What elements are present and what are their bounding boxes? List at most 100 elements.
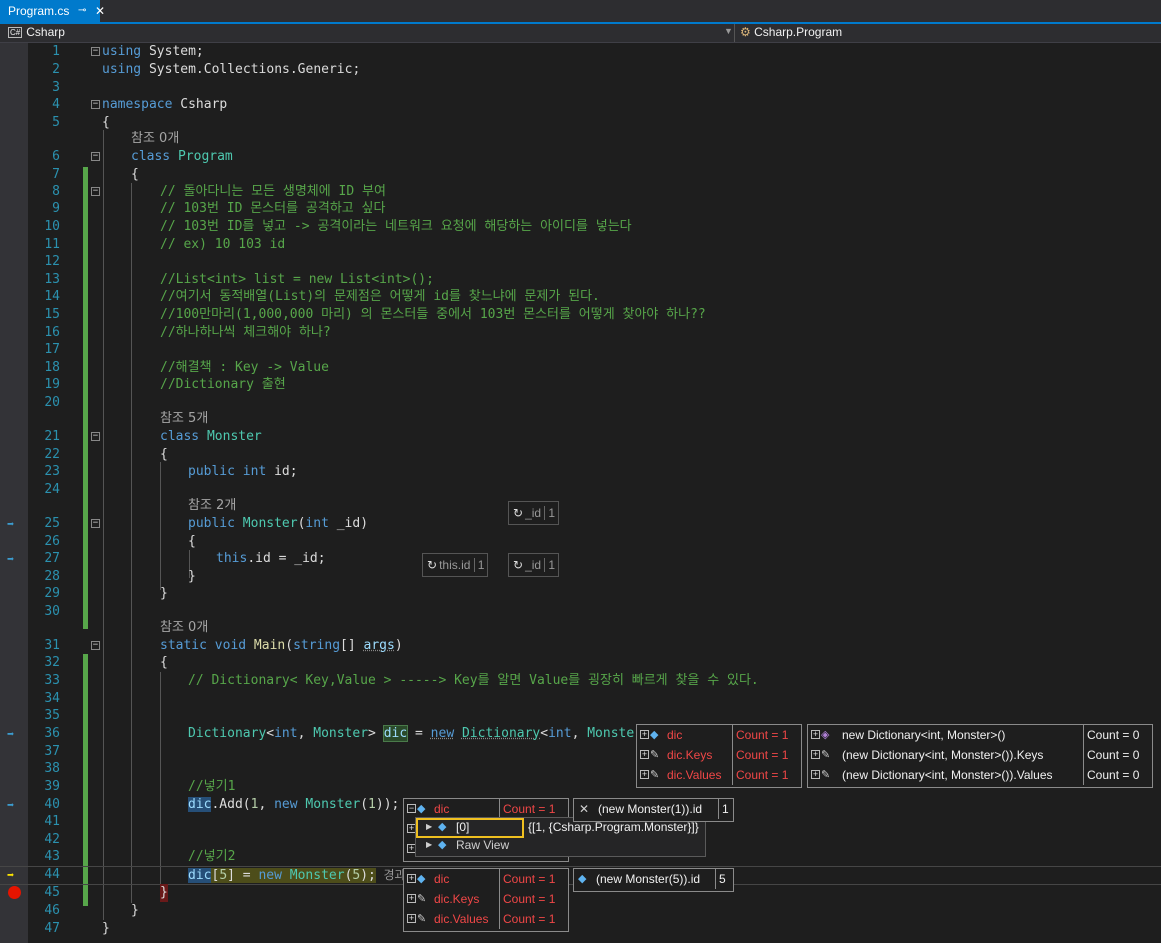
datatip-value[interactable]: Count = 0 — [1083, 745, 1139, 765]
datatip-dic-44[interactable]: + ◆ dic Count = 1 + ✎ dic.Keys Count = 1 + ✎ dic… — [403, 868, 569, 932]
datatip-value[interactable]: Count = 1 — [732, 725, 788, 745]
datatip-row[interactable]: + ✎ dic.Values Count = 1 — [404, 909, 568, 929]
datatip-row[interactable]: − ◆ dic Count = 1 — [404, 799, 568, 819]
code-line-18[interactable]: //해결책 : Key -> Value — [0, 359, 1161, 377]
code-line-16[interactable]: //하나하나씩 체크해야 하나? — [0, 324, 1161, 342]
datatip-value[interactable]: 1 — [718, 799, 729, 819]
datatip-value[interactable]: 1 — [544, 558, 559, 572]
collapse-icon[interactable]: − — [407, 804, 416, 813]
code-line-23[interactable]: public int id; — [0, 463, 1161, 481]
datatip-row[interactable]: + ◆ dic Count = 1 — [404, 869, 568, 889]
datatip-value[interactable]: 1 — [473, 558, 488, 572]
caret-right-icon[interactable]: ▶ — [426, 836, 432, 854]
refresh-icon[interactable]: ↻ — [509, 506, 525, 520]
datatip-value[interactable]: Count = 1 — [499, 869, 555, 889]
bookmark-arrow-icon[interactable]: ➡ — [7, 728, 23, 740]
datatip-dic-36[interactable]: + ◆ dic Count = 1 + ✎ dic.Keys Count = 1 + ✎ dic… — [636, 724, 802, 788]
code-line-7[interactable]: { — [0, 166, 1161, 184]
codelens-text[interactable]: 참조 2개 — [188, 497, 236, 515]
datatip-row[interactable]: + ✎ (new Dictionary<int, Monster>()).Value… — [808, 765, 1152, 785]
code-line-8[interactable]: − // 돌아다니는 모든 생명체에 ID 부여 — [0, 183, 1161, 201]
pinned-datatip-id[interactable]: ↻ _id 1 — [508, 501, 560, 525]
datatip-value[interactable]: Count = 1 — [499, 909, 555, 929]
codelens-text[interactable]: 참조 0개 — [160, 619, 208, 637]
datatip-monster1-id[interactable]: ✕ (new Monster(1)).id 1 — [573, 798, 734, 822]
code-line-11[interactable]: // ex) 10 103 id — [0, 236, 1161, 254]
chevron-down-icon[interactable]: ▼ — [724, 26, 733, 36]
code-line-25[interactable]: − public Monster(int _id) — [0, 515, 1161, 533]
breakpoint-icon[interactable] — [8, 886, 21, 899]
project-dropdown[interactable]: C# Csharp — [8, 25, 65, 39]
datatip-value[interactable]: Count = 1 — [732, 765, 788, 785]
datatip-value[interactable]: 1 — [544, 506, 559, 520]
datatip-value[interactable]: 5 — [715, 869, 726, 889]
code-line-13[interactable]: //List<int> list = new List<int>(); — [0, 271, 1161, 289]
instruction-pointer-icon[interactable]: ➡ — [7, 869, 23, 881]
datatip-row[interactable]: ▶ ◆ Raw View — [416, 836, 705, 854]
tab-program-cs[interactable]: Program.cs ⊸ ✕ — [0, 0, 105, 22]
bookmark-arrow-icon[interactable]: ➡ — [7, 553, 23, 565]
datatip-row[interactable]: + ◆ dic Count = 1 — [637, 725, 801, 745]
member-dropdown[interactable]: ⚙ Csharp.Program — [740, 25, 842, 39]
datatip-row[interactable]: ✕ (new Monster(1)).id 1 — [574, 799, 733, 819]
code-line-22[interactable]: { — [0, 446, 1161, 464]
refresh-icon[interactable]: ↻ — [423, 558, 439, 572]
code-line-15[interactable]: //100만마리(1,000,000 마리) 의 몬스터들 중에서 103번 몬… — [0, 306, 1161, 324]
code-line-21[interactable]: − class Monster — [0, 428, 1161, 446]
code-line-47[interactable]: } — [0, 920, 1161, 938]
codelens-text[interactable]: 참조 5개 — [160, 410, 208, 428]
datatip-new-dictionary[interactable]: + ◈ new Dictionary<int, Monster>() Count = … — [807, 724, 1153, 788]
code-line-31[interactable]: − static void Main(string[] args) — [0, 637, 1161, 655]
collapse-icon[interactable]: − — [91, 432, 100, 441]
expand-icon[interactable]: + — [640, 770, 649, 779]
collapse-icon[interactable]: − — [91, 187, 100, 196]
code-line-6[interactable]: − class Program — [0, 148, 1161, 166]
datatip-row[interactable]: + ✎ (new Dictionary<int, Monster>()).Keys C… — [808, 745, 1152, 765]
datatip-value[interactable]: Count = 0 — [1083, 765, 1139, 785]
code-line-28[interactable]: } — [0, 568, 1161, 586]
pinned-datatip-id[interactable]: ↻ _id 1 — [508, 553, 560, 577]
code-line-2[interactable]: using System.Collections.Generic; — [0, 61, 1161, 79]
collapse-icon[interactable]: − — [91, 519, 100, 528]
datatip-value[interactable]: Count = 1 — [499, 799, 555, 819]
datatip-row[interactable]: + ✎ dic.Keys Count = 1 — [637, 745, 801, 765]
datatip-child-popup[interactable]: ▶ ◆ [0] {[1, {Csharp.Program.Monster}]} … — [415, 817, 706, 857]
datatip-value[interactable]: Count = 1 — [499, 889, 555, 909]
expand-icon[interactable]: + — [811, 770, 820, 779]
expand-icon[interactable]: + — [407, 894, 416, 903]
close-tab-icon[interactable]: ✕ — [95, 0, 105, 22]
refresh-icon[interactable]: ↻ — [509, 558, 525, 572]
code-line-46[interactable]: } — [0, 902, 1161, 920]
codelens-text[interactable]: 참조 0개 — [131, 130, 179, 148]
pinned-datatip-thisid[interactable]: ↻ this.id 1 — [422, 553, 489, 577]
datatip-row[interactable]: ◆ (new Monster(5)).id 5 — [574, 869, 733, 889]
code-line-19[interactable]: //Dictionary 출현 — [0, 376, 1161, 394]
datatip-row[interactable]: + ◈ new Dictionary<int, Monster>() Count = … — [808, 725, 1152, 745]
datatip-value[interactable]: Count = 1 — [732, 745, 788, 765]
expand-icon[interactable]: + — [811, 750, 820, 759]
caret-right-icon[interactable]: ▶ — [426, 818, 432, 836]
bookmark-arrow-icon[interactable]: ➡ — [7, 799, 23, 811]
code-line-14[interactable]: //여기서 동적배열(List)의 문제점은 어떻게 id를 찾느냐에 문제가 … — [0, 288, 1161, 306]
collapse-icon[interactable]: − — [91, 641, 100, 650]
code-line-32[interactable]: { — [0, 654, 1161, 672]
expand-icon[interactable]: + — [640, 730, 649, 739]
variable-dic[interactable]: dic — [382, 725, 409, 742]
expand-icon[interactable]: + — [407, 874, 416, 883]
collapse-icon[interactable]: − — [91, 152, 100, 161]
bookmark-arrow-icon[interactable]: ➡ — [7, 518, 23, 530]
expand-icon[interactable]: + — [407, 914, 416, 923]
datatip-value[interactable]: Count = 0 — [1083, 725, 1139, 745]
code-line-4[interactable]: − namespace Csharp — [0, 96, 1161, 114]
code-line-1[interactable]: − using System; — [0, 43, 1161, 61]
code-line-27[interactable]: this.id = _id; — [0, 550, 1161, 568]
code-line-26[interactable]: { — [0, 533, 1161, 551]
close-icon[interactable]: ✕ — [579, 799, 589, 819]
expand-icon[interactable]: + — [811, 730, 820, 739]
code-line-10[interactable]: // 103번 ID를 넣고 -> 공격이라는 네트워크 요청에 해당하는 아이… — [0, 218, 1161, 236]
datatip-row[interactable]: + ✎ dic.Keys Count = 1 — [404, 889, 568, 909]
datatip-row[interactable]: + ✎ dic.Values Count = 1 — [637, 765, 801, 785]
code-line-9[interactable]: // 103번 ID 몬스터를 공격하고 싶다 — [0, 200, 1161, 218]
expand-icon[interactable]: + — [640, 750, 649, 759]
datatip-monster5-id[interactable]: ◆ (new Monster(5)).id 5 — [573, 868, 734, 892]
